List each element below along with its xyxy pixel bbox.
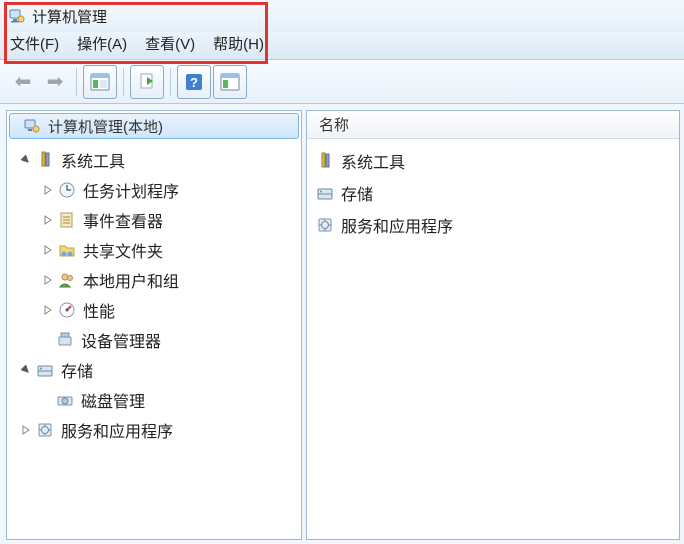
tree-header-root[interactable]: 计算机管理(本地) [9, 113, 299, 139]
tools-icon [315, 151, 335, 171]
tree-label: 磁盘管理 [81, 388, 145, 412]
toolbar: ⬅ ➡ ? [0, 60, 684, 104]
expander-closed-icon[interactable] [41, 273, 55, 287]
menu-help[interactable]: 帮助(H) [213, 33, 264, 54]
tree-panel: 计算机管理(本地) 系统工具 任务计划程序 [6, 110, 302, 540]
expander-closed-icon[interactable] [41, 213, 55, 227]
expander-closed-icon[interactable] [41, 243, 55, 257]
tree-label: 本地用户和组 [83, 268, 179, 292]
separator [76, 68, 77, 96]
help-icon: ? [184, 72, 204, 92]
export-button[interactable] [130, 65, 164, 99]
shared-folder-icon [57, 240, 77, 260]
tree-label: 服务和应用程序 [61, 418, 173, 442]
list-panel: 名称 系统工具 存储 服务和应用程序 [306, 110, 680, 540]
list-body: 系统工具 存储 服务和应用程序 [307, 139, 679, 247]
list-item-system-tools[interactable]: 系统工具 [311, 145, 675, 177]
arrow-left-icon: ⬅ [15, 69, 32, 94]
menu-file[interactable]: 文件(F) [10, 33, 59, 54]
properties-button[interactable] [213, 65, 247, 99]
device-manager-icon [55, 330, 75, 350]
computer-mgmt-icon [22, 116, 42, 136]
separator [170, 68, 171, 96]
expander-open-icon[interactable] [19, 363, 33, 377]
services-icon [315, 215, 335, 235]
window-title: 计算机管理 [32, 6, 107, 27]
expander-closed-icon[interactable] [19, 423, 33, 437]
users-icon [57, 270, 77, 290]
storage-icon [315, 183, 335, 203]
tree-root-label: 计算机管理(本地) [48, 116, 163, 137]
menu-bar: 文件(F) 操作(A) 查看(V) 帮助(H) [0, 32, 684, 60]
storage-icon [35, 360, 55, 380]
tree-item-local-users[interactable]: 本地用户和组 [9, 265, 299, 295]
expander-open-icon[interactable] [19, 153, 33, 167]
help-button[interactable]: ? [177, 65, 211, 99]
event-viewer-icon [57, 210, 77, 230]
performance-icon [57, 300, 77, 320]
list-item-services-apps[interactable]: 服务和应用程序 [311, 209, 675, 241]
export-icon [137, 72, 157, 92]
list-item-storage[interactable]: 存储 [311, 177, 675, 209]
list-item-label: 存储 [341, 181, 373, 205]
show-hide-tree-button[interactable] [83, 65, 117, 99]
tree-label: 存储 [61, 358, 93, 382]
forward-button[interactable]: ➡ [40, 67, 70, 97]
arrow-right-icon: ➡ [47, 69, 64, 94]
tree-item-disk-management[interactable]: 磁盘管理 [9, 385, 299, 415]
menu-view[interactable]: 查看(V) [145, 33, 195, 54]
tree-item-event-viewer[interactable]: 事件查看器 [9, 205, 299, 235]
window-icon [220, 72, 240, 92]
expander-closed-icon[interactable] [41, 303, 55, 317]
list-item-label: 服务和应用程序 [341, 213, 453, 237]
tree-item-system-tools[interactable]: 系统工具 [9, 145, 299, 175]
tree-item-services-apps[interactable]: 服务和应用程序 [9, 415, 299, 445]
tree-label: 性能 [83, 298, 115, 322]
app-icon [8, 7, 26, 25]
tree-label: 设备管理器 [81, 328, 161, 352]
clock-icon [57, 180, 77, 200]
window: 计算机管理 文件(F) 操作(A) 查看(V) 帮助(H) ⬅ ➡ [0, 0, 684, 544]
tree-label: 共享文件夹 [83, 238, 163, 262]
expander-closed-icon[interactable] [41, 183, 55, 197]
panel-icon [90, 72, 110, 92]
tree-item-shared-folders[interactable]: 共享文件夹 [9, 235, 299, 265]
tree-item-performance[interactable]: 性能 [9, 295, 299, 325]
svg-text:?: ? [190, 75, 198, 90]
list-column-header-name[interactable]: 名称 [307, 111, 679, 139]
tree-label: 系统工具 [61, 148, 125, 172]
separator [123, 68, 124, 96]
list-item-label: 系统工具 [341, 149, 405, 173]
tree-item-device-manager[interactable]: 设备管理器 [9, 325, 299, 355]
services-icon [35, 420, 55, 440]
column-label: 名称 [319, 114, 349, 135]
tree-label: 任务计划程序 [83, 178, 179, 202]
tree-item-task-scheduler[interactable]: 任务计划程序 [9, 175, 299, 205]
tree-label: 事件查看器 [83, 208, 163, 232]
back-button[interactable]: ⬅ [8, 67, 38, 97]
menu-action[interactable]: 操作(A) [77, 33, 127, 54]
disk-icon [55, 390, 75, 410]
title-bar: 计算机管理 [0, 0, 684, 32]
tools-icon [35, 150, 55, 170]
tree: 系统工具 任务计划程序 事件查看器 [7, 141, 301, 449]
tree-item-storage[interactable]: 存储 [9, 355, 299, 385]
content-area: 计算机管理(本地) 系统工具 任务计划程序 [0, 104, 684, 544]
